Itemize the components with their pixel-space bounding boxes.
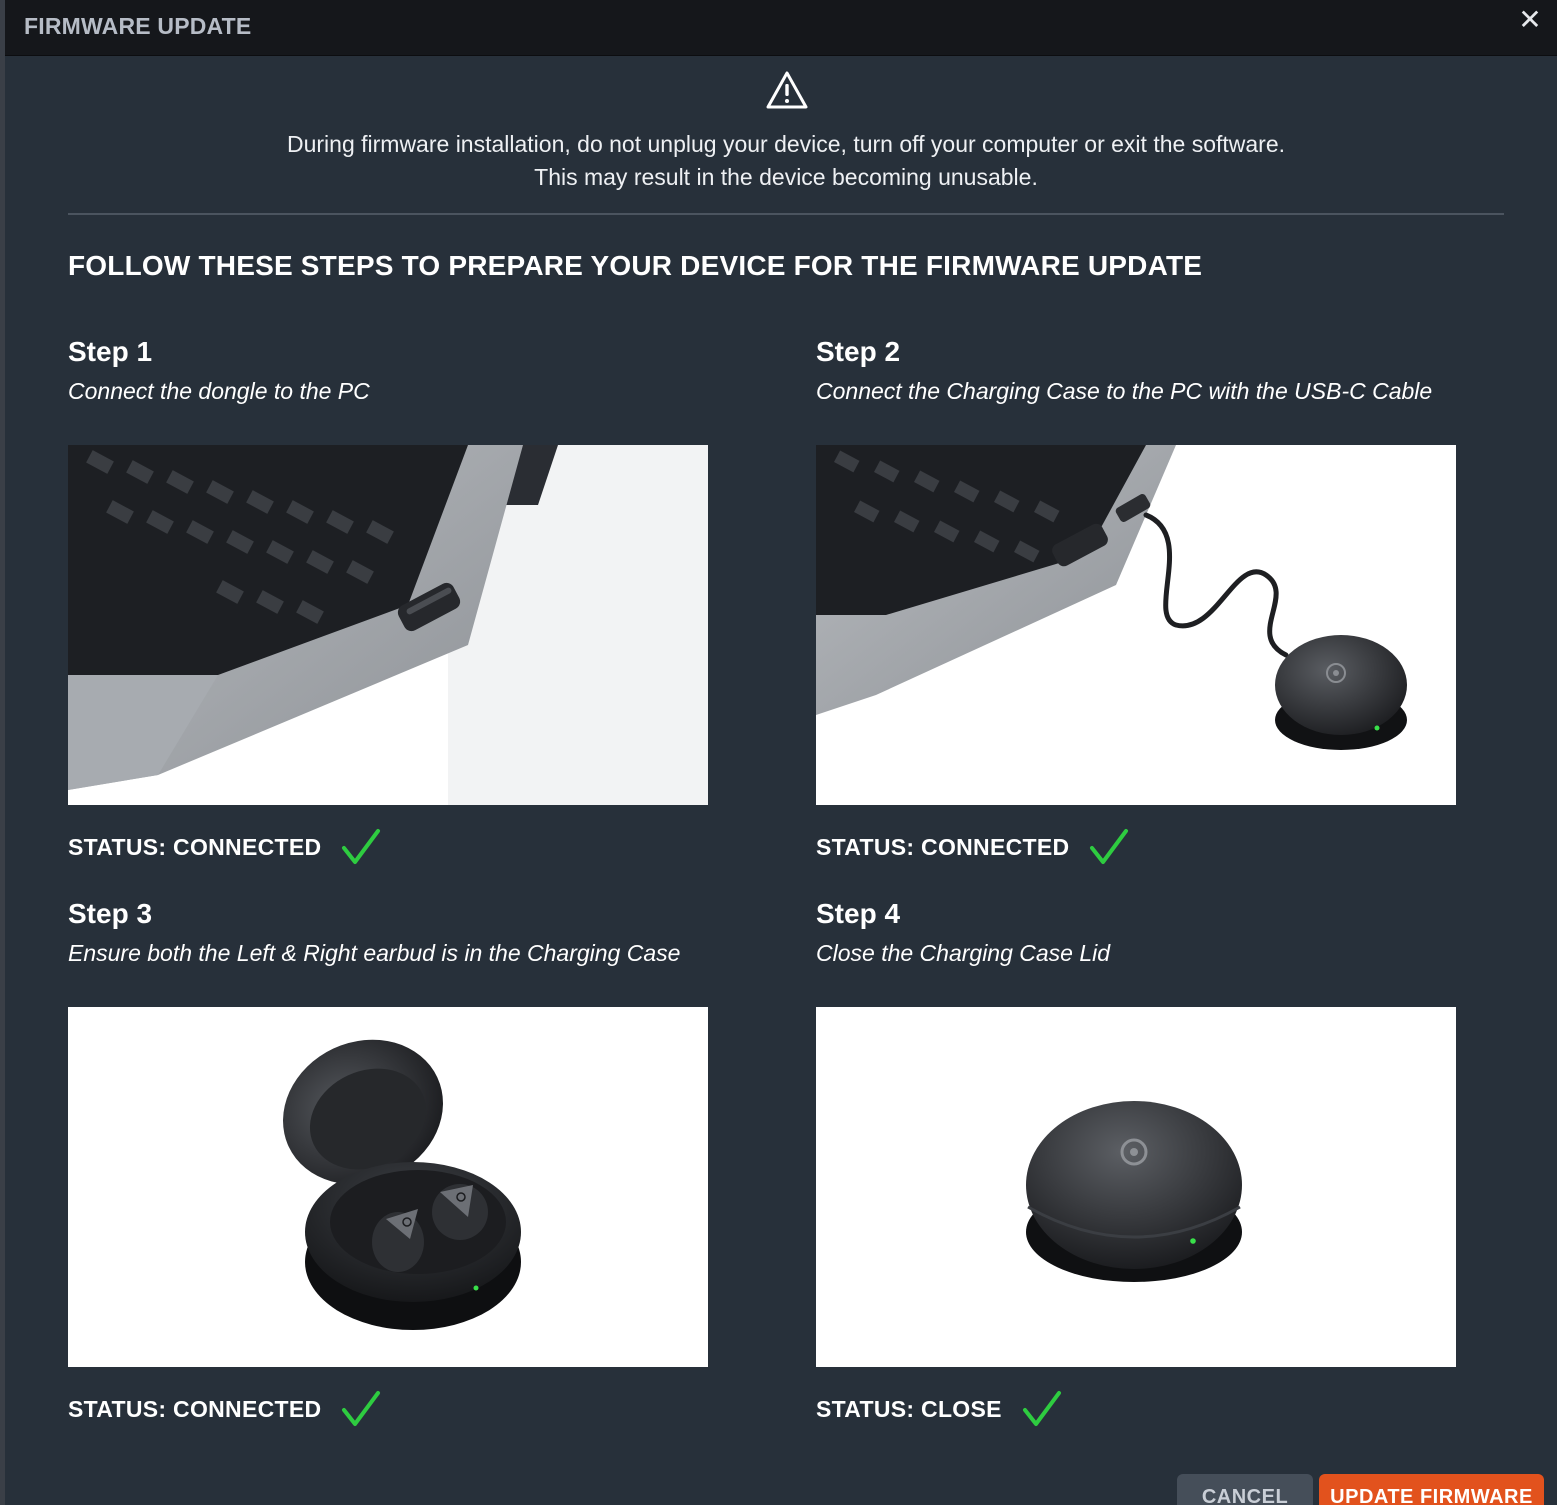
checkmark-icon	[342, 829, 381, 864]
step-4: Step 4 Close the Charging Case Lid STATU…	[816, 898, 1516, 1426]
laptop-dongle-image	[68, 445, 708, 805]
step-status: STATUS: CONNECTED	[68, 1389, 381, 1429]
steps-heading: FOLLOW THESE STEPS TO PREPARE YOUR DEVIC…	[68, 250, 1203, 281]
closed-case-image	[816, 1007, 1456, 1367]
step-status: STATUS: CONNECTED	[68, 827, 381, 867]
step-3: Step 3 Ensure both the Left & Right earb…	[68, 898, 768, 1426]
step-1: Step 1 Connect the dongle to the PC STAT…	[68, 336, 768, 864]
step-title: Step 4	[816, 898, 901, 929]
step-title: Step 1	[68, 336, 153, 367]
cancel-button[interactable]: CANCEL	[1177, 1474, 1313, 1505]
warning-triangle-icon	[766, 71, 808, 109]
step-status: STATUS: CLOSE	[816, 1389, 1062, 1429]
laptop-charging-case-image	[816, 445, 1456, 805]
firmware-update-dialog: FIRMWARE UPDATE ✕ During firmware instal…	[5, 0, 1557, 1505]
divider	[68, 213, 1504, 215]
update-firmware-button[interactable]: UPDATE FIRMWARE	[1319, 1474, 1544, 1505]
step-title: Step 3	[68, 898, 153, 929]
checkmark-icon	[342, 1391, 381, 1426]
step-status: STATUS: CONNECTED	[816, 827, 1129, 867]
step-2: Step 2 Connect the Charging Case to the …	[816, 336, 1516, 864]
close-icon[interactable]: ✕	[1517, 6, 1543, 34]
dialog-titlebar: FIRMWARE UPDATE ✕	[5, 0, 1557, 56]
checkmark-icon	[1022, 1391, 1061, 1426]
checkmark-icon	[1090, 829, 1129, 864]
status-text: STATUS: CLOSE	[816, 1395, 1002, 1422]
open-case-earbuds-image	[68, 1007, 708, 1367]
step-description: Ensure both the Left & Right earbud is i…	[68, 940, 681, 966]
warning-message: During firmware installation, do not unp…	[286, 131, 1286, 190]
status-text: STATUS: CONNECTED	[68, 833, 322, 860]
dialog-title: FIRMWARE UPDATE	[24, 13, 252, 39]
status-text: STATUS: CONNECTED	[68, 1395, 322, 1422]
step-title: Step 2	[816, 336, 901, 367]
status-text: STATUS: CONNECTED	[816, 833, 1070, 860]
step-description: Connect the dongle to the PC	[68, 378, 370, 404]
step-description: Close the Charging Case Lid	[816, 940, 1111, 966]
step-description: Connect the Charging Case to the PC with…	[816, 378, 1433, 404]
